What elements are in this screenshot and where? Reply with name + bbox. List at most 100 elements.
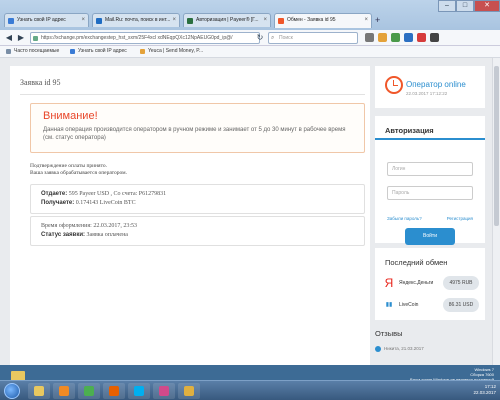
window-controls: – □ ✕ <box>438 0 500 12</box>
receive-row: Получаете: 0.174143 LiveCoin BTC <box>41 199 354 208</box>
taskbar: 17:12 22.03.2017 <box>0 380 500 400</box>
give-label: Отдаете: <box>41 191 68 197</box>
taskbar-app-skype[interactable] <box>128 383 150 399</box>
url-text: https://xchange.pm/exchangestep_hst_sxm/… <box>41 35 233 41</box>
address-bar[interactable]: https://xchange.pm/exchangestep_hst_sxm/… <box>30 32 260 44</box>
scrollbar-thumb[interactable] <box>494 66 499 226</box>
toolbar-extension-icon[interactable] <box>391 33 400 42</box>
password-placeholder: Пароль <box>392 190 410 196</box>
taskbar-app-media[interactable] <box>53 383 75 399</box>
navigation-bar: ◀ ▶ https://xchange.pm/exchangestep_hst_… <box>0 30 500 46</box>
bookmark-most-visited[interactable]: Часто посещаемые <box>6 46 59 57</box>
taskbar-app-chrome[interactable] <box>78 383 100 399</box>
system-tray-clock[interactable]: 17:12 22.03.2017 <box>473 384 496 396</box>
lock-icon <box>33 36 38 41</box>
search-placeholder: Поиск <box>279 35 293 41</box>
login-field[interactable]: Логин <box>387 162 473 176</box>
toolbar-icons <box>365 33 439 42</box>
warning-text: Данная операция производится оператором … <box>43 127 346 141</box>
minimize-button[interactable]: – <box>438 0 456 12</box>
tab-close-icon[interactable]: × <box>81 14 85 27</box>
forward-button[interactable]: ▶ <box>16 33 26 43</box>
toolbar-extension-icon[interactable] <box>430 33 439 42</box>
chrome-icon <box>84 386 94 396</box>
created-row: Время оформления: 22.03.2017, 23:53 <box>41 222 354 231</box>
user-icon <box>375 346 381 352</box>
search-input[interactable]: ⌕ Поиск <box>268 32 358 44</box>
clock-date: 22.03.2017 <box>473 390 496 395</box>
login-placeholder: Логин <box>392 166 406 172</box>
toolbar-extension-icon[interactable] <box>404 33 413 42</box>
exchange-row: ▮▮ LiveCoin 86.31 USD <box>383 296 479 314</box>
browser-tab-bar: Узнать свой IP адрес × Mail.Ru: почта, п… <box>0 0 500 30</box>
bookmark-label: Yeuca | Send Money, P... <box>148 48 204 54</box>
receive-label: Получаете: <box>41 200 75 206</box>
toolbar-extension-icon[interactable] <box>378 33 387 42</box>
exchange-row: Я Яндекс.Деньги 4975 RUB <box>383 274 479 292</box>
password-field[interactable]: Пароль <box>387 186 473 200</box>
page-scrollbar[interactable] <box>492 58 500 365</box>
tab-favicon-icon <box>187 18 193 24</box>
tab-close-icon[interactable]: × <box>172 14 176 27</box>
main-content: Заявка id 95 Внимание! Данная операция п… <box>10 66 370 365</box>
bookmarks-bar: Часто посещаемые Узнать свой IP адрес Ye… <box>0 46 500 58</box>
back-button[interactable]: ◀ <box>4 33 14 43</box>
tab-label: Авторизация | Payeer® [Г... <box>196 17 259 23</box>
taskbar-app-firefox[interactable] <box>103 383 125 399</box>
toolbar-extension-icon[interactable] <box>365 33 374 42</box>
auth-links: Забыли пароль? Регистрация <box>387 216 473 221</box>
explorer-icon <box>34 386 44 396</box>
yandex-money-icon: Я <box>384 276 394 290</box>
bookmark-icon <box>140 49 145 54</box>
taskbar-app-folder[interactable] <box>178 383 200 399</box>
register-link[interactable]: Регистрация <box>447 216 473 221</box>
forgot-password-link[interactable]: Забыли пароль? <box>387 216 422 221</box>
maximize-button[interactable]: □ <box>456 0 474 12</box>
payment-confirmed-text: Подтверждение оплаты принято. <box>30 163 108 169</box>
login-button[interactable]: Войти <box>405 228 455 245</box>
order-processing-text: Ваша заявка обрабатывается оператором. <box>30 170 127 176</box>
clock-icon <box>385 76 403 94</box>
bookmark-send-money[interactable]: Yeuca | Send Money, P... <box>140 46 203 57</box>
start-button[interactable] <box>4 383 20 399</box>
status-value: Заявка оплачена <box>86 232 128 238</box>
give-row: Отдаете: 595 Payeer USD , Со счета: P612… <box>41 190 354 199</box>
skype-icon <box>134 386 144 396</box>
page-viewport: Заявка id 95 Внимание! Данная операция п… <box>0 58 500 365</box>
folder-icon <box>184 386 194 396</box>
tab-mail-ru[interactable]: Mail.Ru: почта, поиск в инт... × <box>92 13 180 27</box>
tab-label: Mail.Ru: почта, поиск в инт... <box>105 17 171 23</box>
give-value: 595 Payeer USD , Со счета: P61279831 <box>68 191 167 197</box>
auth-title: Авторизация <box>385 126 434 135</box>
tab-exchange-order[interactable]: Обмен - Заявка id 95 × <box>274 13 372 28</box>
tab-favicon-icon <box>96 18 102 24</box>
taskbar-app-paint[interactable] <box>153 383 175 399</box>
review-item[interactable]: Никита, 21.03.2017 <box>375 346 485 356</box>
operator-status: Оператор online <box>406 80 466 89</box>
last-exchange-title: Последний обмен <box>385 258 448 267</box>
bookmark-label: Часто посещаемые <box>14 48 60 54</box>
tab-close-icon[interactable]: × <box>263 14 267 27</box>
toolbar-extension-icon[interactable] <box>417 33 426 42</box>
new-tab-button[interactable]: + <box>375 15 380 25</box>
close-button[interactable]: ✕ <box>474 0 500 12</box>
tab-close-icon[interactable]: × <box>364 14 368 27</box>
receive-value: 0.174143 LiveCoin BTC <box>75 200 136 206</box>
last-exchange-card: Последний обмен Я Яндекс.Деньги 4975 RUB… <box>375 248 485 320</box>
tab-ip-address[interactable]: Узнать свой IP адрес × <box>4 13 89 27</box>
status-row: Статус заявки: Заявка оплачена <box>41 231 354 240</box>
tab-favicon-icon <box>278 18 284 24</box>
reload-button[interactable]: ↻ <box>255 33 265 43</box>
auth-card: Авторизация Логин Пароль Забыли пароль? … <box>375 116 485 245</box>
payment-status-text: Подтверждение оплаты принято. Ваша заявк… <box>30 163 127 177</box>
exchange-amount: 4975 RUB <box>443 276 479 290</box>
order-status-box: Время оформления: 22.03.2017, 23:53 Стат… <box>30 216 365 246</box>
tab-payeer-auth[interactable]: Авторизация | Payeer® [Г... × <box>183 13 271 27</box>
bookmark-icon <box>70 49 75 54</box>
warning-box: Внимание! Данная операция производится о… <box>30 103 365 153</box>
search-icon: ⌕ <box>271 35 275 41</box>
bookmark-ip-address[interactable]: Узнать свой IP адрес <box>70 46 127 57</box>
review-author: Никита, 21.03.2017 <box>384 346 424 351</box>
media-icon <box>59 386 69 396</box>
taskbar-app-explorer[interactable] <box>28 383 50 399</box>
